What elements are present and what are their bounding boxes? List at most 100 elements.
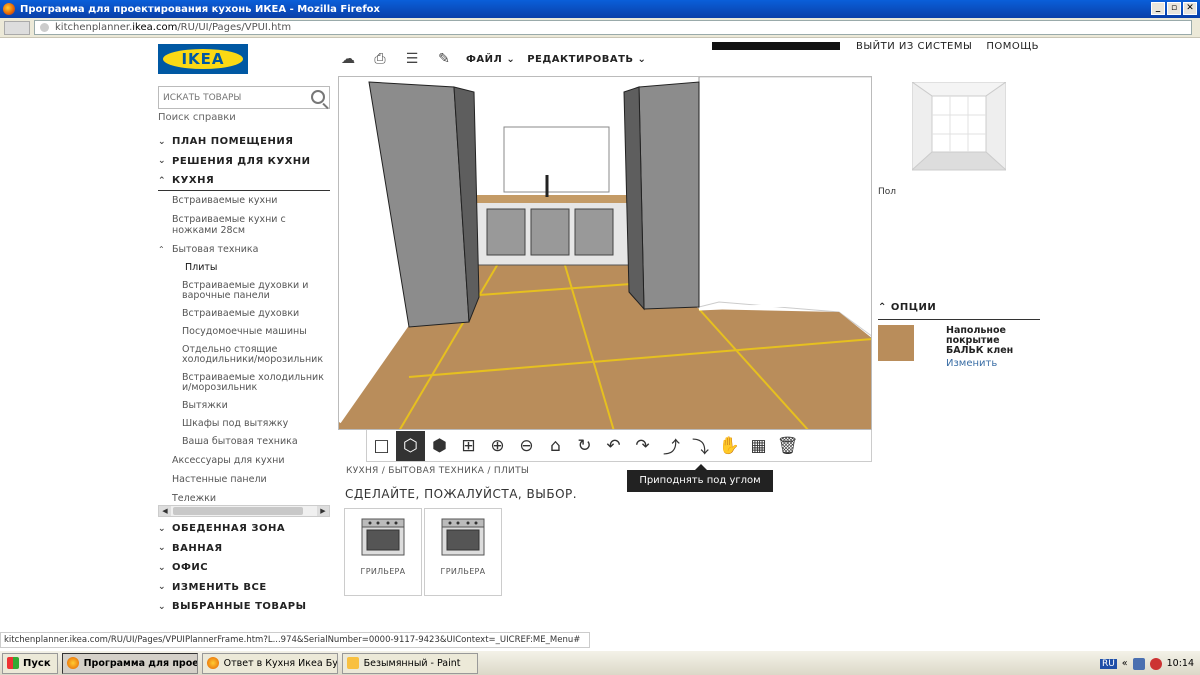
chevron-down-icon: ⌄ (158, 582, 167, 593)
start-button[interactable]: Пуск (2, 652, 58, 674)
nav-section-office[interactable]: ⌄ ОФИС (158, 558, 330, 578)
taskbar-item-firefox-forum[interactable]: Ответ в Кухня Икеа Бу... (201, 652, 338, 674)
edit-menu[interactable]: РЕДАКТИРОВАТЬ ⌄ (527, 54, 646, 65)
nav-subitem-ovens[interactable]: Встраиваемые духовки (158, 309, 330, 319)
nav-subitem-ovens-hobs[interactable]: Встраиваемые духовки и варочные панели (158, 281, 323, 301)
minimize-button[interactable]: _ (1151, 2, 1165, 15)
product-card[interactable]: ГРИЛЬЕРА (424, 508, 502, 596)
close-button[interactable]: ✕ (1183, 2, 1197, 15)
url-domain: ikea.com (132, 22, 178, 33)
scroll-right-icon[interactable]: ▶ (317, 506, 329, 516)
planner-top-toolbar: ☁ ⎙ ☰ ✎ ФАЙЛ ⌄ РЕДАКТИРОВАТЬ ⌄ (338, 48, 646, 70)
home-icon[interactable]: ⌂ (541, 431, 570, 461)
tilt-tooltip: Приподнять под углом (627, 464, 773, 492)
task-label: Ответ в Кухня Икеа Бу... (223, 657, 338, 669)
nav-section-label: ПЛАН ПОМЕЩЕНИЯ (172, 136, 294, 148)
nav-subitem-your-appliances[interactable]: Ваша бытовая техника (158, 437, 330, 447)
nav-section-label: ОФИС (172, 562, 209, 574)
help-search-link[interactable]: Поиск справки (158, 112, 236, 123)
file-menu[interactable]: ФАЙЛ ⌄ (466, 54, 515, 65)
list-icon[interactable]: ☰ (402, 49, 422, 69)
2d-view-icon[interactable]: □ (367, 431, 396, 461)
zoom-out-icon[interactable]: ⊖ (512, 431, 541, 461)
hand-pan-icon[interactable]: ✋ (715, 431, 744, 461)
3d-viewport[interactable] (338, 76, 872, 430)
map-icon[interactable]: ▦ (744, 431, 773, 461)
tilt-down-icon[interactable]: ⤵ (686, 431, 715, 461)
scrollbar-thumb[interactable] (173, 507, 303, 515)
nav-subitem-dishwashers[interactable]: Посудомоечные машины (158, 327, 330, 337)
nav-subitem-stoves[interactable]: Плиты (158, 263, 330, 273)
nav-item-label: Бытовая техника (172, 244, 259, 255)
maximize-button[interactable]: ▫ (1167, 2, 1181, 15)
help-link[interactable]: ПОМОЩЬ (986, 41, 1039, 52)
back-forward-icon[interactable] (4, 20, 30, 35)
antivirus-icon[interactable] (1149, 657, 1162, 670)
nav-item-built-in-kitchens[interactable]: Встраиваемые кухни (158, 195, 330, 206)
nav-section-dining[interactable]: ⌄ ОБЕДЕННАЯ ЗОНА (158, 519, 330, 539)
rotate-right-icon[interactable]: ↷ (628, 431, 657, 461)
nav-section-label: ОБЕДЕННАЯ ЗОНА (172, 523, 286, 535)
nav-subitem-freestanding-fridges[interactable]: Отдельно стоящие холодильники/морозильни… (158, 345, 330, 365)
solid-view-icon[interactable]: ⬢ (425, 431, 454, 461)
nav-section-selected-items[interactable]: ⌄ ВЫБРАННЫЕ ТОВАРЫ (158, 597, 330, 617)
nav-section-bathroom[interactable]: ⌄ ВАННАЯ (158, 539, 330, 559)
url-prefix: kitchenplanner. (55, 22, 133, 33)
firefox-icon (3, 3, 15, 15)
search-input[interactable] (163, 92, 303, 103)
taskbar-item-firefox-planner[interactable]: Программа для прое... (61, 652, 198, 674)
chevron-down-icon: ⌄ (158, 562, 167, 573)
language-indicator[interactable]: RU (1099, 658, 1117, 669)
product-label: ГРИЛЬЕРА (360, 567, 406, 576)
user-bar: ВЫЙТИ ИЗ СИСТЕМЫ ПОМОЩЬ (712, 40, 1053, 52)
room-preview[interactable] (910, 81, 1008, 172)
nav-subitem-built-in-fridges[interactable]: Встраиваемые холодильники/морозильник (158, 373, 330, 393)
trash-icon[interactable]: 🗑 (773, 431, 802, 461)
url-field[interactable]: kitchenplanner.ikea.com/RU/UI/Pages/VPUI… (34, 20, 1192, 35)
paint-icon (346, 657, 359, 669)
ikea-logo[interactable]: IKEA (158, 44, 248, 74)
search-icon[interactable] (311, 90, 325, 104)
kitchen-3d-scene (339, 77, 871, 429)
cloud-upload-icon[interactable]: ☁ (338, 49, 358, 69)
tray-expand-icon[interactable]: « (1122, 658, 1128, 669)
sidebar-nav: ⌄ ПЛАН ПОМЕЩЕНИЯ ⌄ РЕШЕНИЯ ДЛЯ КУХНИ ⌃ КУХН… (158, 132, 330, 512)
chevron-down-icon: ⌄ (158, 523, 167, 534)
task-label: Программа для прое... (83, 657, 198, 669)
rotate-icon[interactable]: ↻ (570, 431, 599, 461)
system-tray: RU « 10:14 (1094, 653, 1200, 674)
nav-item-accessories[interactable]: Аксессуары для кухни (158, 455, 330, 466)
nav-section-kitchen-solutions[interactable]: ⌄ РЕШЕНИЯ ДЛЯ КУХНИ (158, 152, 330, 172)
zoom-in-icon[interactable]: ⊕ (483, 431, 512, 461)
nav-item-wall-panels[interactable]: Настенные панели (158, 474, 330, 485)
stove-thumbnail (360, 515, 406, 557)
floor-label: Пол (878, 187, 897, 197)
pencil-icon[interactable]: ✎ (434, 49, 454, 69)
nav-subitem-hoods[interactable]: Вытяжки (158, 401, 330, 411)
nav-item-built-in-kitchens-legs[interactable]: Встраиваемые кухни с ножками 28см (158, 214, 288, 236)
nav-item-trolleys[interactable]: Тележки (158, 493, 330, 504)
product-card[interactable]: ГРИЛЬЕРА (344, 508, 422, 596)
tilt-up-icon[interactable]: ⤴ (657, 431, 686, 461)
nav-section-edit-all[interactable]: ⌄ ИЗМЕНИТЬ ВСЕ (158, 578, 330, 598)
network-icon[interactable] (1132, 657, 1145, 670)
print-icon[interactable]: ⎙ (370, 49, 390, 69)
nav-subitem-hood-cabinets[interactable]: Шкафы под вытяжку (158, 419, 330, 429)
sidebar-horizontal-scrollbar[interactable]: ◀ ▶ (158, 505, 330, 517)
logout-link[interactable]: ВЫЙТИ ИЗ СИСТЕМЫ (856, 41, 972, 52)
firefox-icon (66, 657, 79, 669)
view-toolbar: □ ⬡ ⬢ ⊞ ⊕ ⊖ ⌂ ↻ ↶ ↷ ⤴ ⤵ ✋ ▦ 🗑 (366, 430, 872, 462)
nav-section-kitchen[interactable]: ⌃ КУХНЯ (158, 171, 330, 191)
options-title: ОПЦИИ (890, 302, 937, 313)
nav-item-appliances[interactable]: ⌃ Бытовая техника (158, 244, 330, 255)
zoom-fit-icon[interactable]: ⊞ (454, 431, 483, 461)
rotate-left-icon[interactable]: ↶ (599, 431, 628, 461)
taskbar-item-paint[interactable]: Безымянный - Paint (341, 652, 478, 674)
selection-prompt: СДЕЛАЙТЕ, ПОЖАЛУЙСТА, ВЫБОР. (345, 487, 578, 501)
scroll-left-icon[interactable]: ◀ (159, 506, 171, 516)
nav-section-room-plan[interactable]: ⌄ ПЛАН ПОМЕЩЕНИЯ (158, 132, 330, 152)
options-header[interactable]: ⌃ ОПЦИИ (878, 302, 1040, 320)
floor-swatch[interactable] (878, 325, 914, 361)
3d-view-icon[interactable]: ⬡ (396, 430, 425, 461)
change-link[interactable]: Изменить (946, 358, 997, 369)
